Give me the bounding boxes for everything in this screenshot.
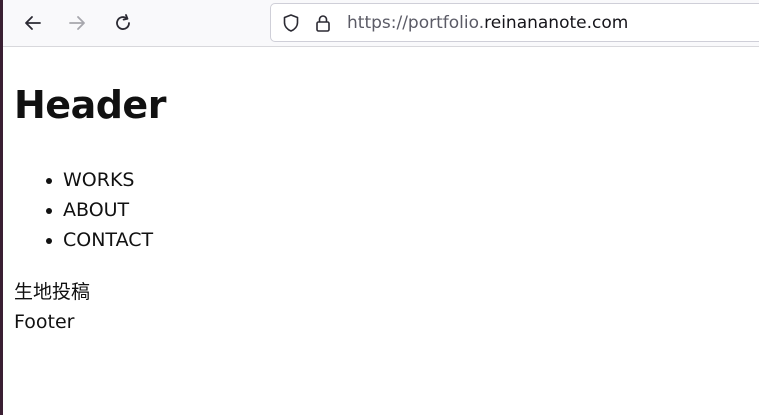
- reload-button[interactable]: [109, 9, 137, 37]
- nav-item-label: CONTACT: [63, 229, 154, 251]
- page-content: Header WORKS ABOUT CONTACT 生地投稿 Footer: [14, 47, 759, 415]
- page-header: Header: [14, 83, 166, 127]
- site-nav-list: WORKS ABOUT CONTACT: [14, 165, 153, 255]
- bullet: [46, 238, 52, 244]
- forward-arrow-icon: [69, 16, 85, 30]
- nav-item-works[interactable]: WORKS: [14, 165, 153, 195]
- reload-icon: [116, 14, 130, 30]
- nav-item-label: WORKS: [63, 169, 135, 191]
- forward-button[interactable]: [63, 9, 91, 37]
- main-text: 生地投稿: [14, 281, 91, 303]
- address-bar[interactable]: https://portfolio.reinananote.com: [270, 3, 759, 42]
- lock-icon[interactable]: [313, 13, 333, 33]
- nav-item-label: ABOUT: [63, 199, 130, 221]
- bullet: [46, 208, 52, 214]
- window-edge: [0, 0, 3, 415]
- back-arrow-icon: [25, 16, 41, 30]
- back-button[interactable]: [19, 9, 47, 37]
- page-footer: Footer: [14, 311, 75, 333]
- nav-item-contact[interactable]: CONTACT: [14, 225, 153, 255]
- url-domain: reinananote.com: [484, 13, 629, 33]
- url-text[interactable]: https://portfolio.reinananote.com: [347, 13, 628, 33]
- nav-item-about[interactable]: ABOUT: [14, 195, 153, 225]
- bullet: [46, 178, 52, 184]
- shield-icon[interactable]: [281, 13, 301, 33]
- browser-toolbar: https://portfolio.reinananote.com: [3, 0, 759, 47]
- url-prefix: https://portfolio.: [347, 13, 485, 33]
